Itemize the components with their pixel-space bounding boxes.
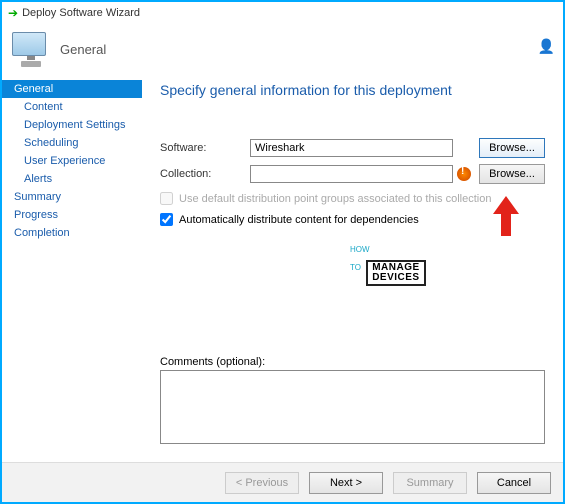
software-browse-button[interactable]: Browse... <box>479 138 545 158</box>
sidebar-item-summary[interactable]: Summary <box>2 188 142 206</box>
user-icon[interactable]: 👤 <box>538 38 555 55</box>
comments-textarea[interactable] <box>160 370 545 444</box>
software-label: Software: <box>160 142 250 154</box>
cancel-button[interactable]: Cancel <box>477 472 551 494</box>
default-dist-row: Use default distribution point groups as… <box>160 192 545 205</box>
default-dist-checkbox <box>160 192 173 205</box>
collection-label: Collection: <box>160 168 250 180</box>
collection-input[interactable] <box>250 165 453 183</box>
watermark: HOWTO MANAGEDEVICES <box>350 239 426 286</box>
comments-label: Comments (optional): <box>160 356 545 368</box>
sidebar-item-progress[interactable]: Progress <box>2 206 142 224</box>
auto-dist-checkbox[interactable] <box>160 213 173 226</box>
summary-button: Summary <box>393 472 467 494</box>
sidebar-item-alerts[interactable]: Alerts <box>2 170 142 188</box>
sidebar-item-general[interactable]: General <box>2 80 142 98</box>
previous-button: < Previous <box>225 472 299 494</box>
collection-browse-button[interactable]: Browse... <box>479 164 545 184</box>
wizard-footer: < Previous Next > Summary Cancel <box>2 462 563 502</box>
sidebar-item-deployment-settings[interactable]: Deployment Settings <box>2 116 142 134</box>
computer-icon <box>12 32 50 66</box>
auto-dist-row[interactable]: Automatically distribute content for dep… <box>160 213 545 226</box>
software-input[interactable] <box>250 139 453 157</box>
app-arrow-icon: ➔ <box>8 6 18 20</box>
sidebar-item-scheduling[interactable]: Scheduling <box>2 134 142 152</box>
sidebar-item-content[interactable]: Content <box>2 98 142 116</box>
next-button[interactable]: Next > <box>309 472 383 494</box>
wizard-main: Specify general information for this dep… <box>142 74 563 462</box>
warning-icon <box>457 167 471 181</box>
header-section-title: General <box>60 42 106 57</box>
auto-dist-label: Automatically distribute content for dep… <box>179 214 419 226</box>
sidebar-item-completion[interactable]: Completion <box>2 224 142 242</box>
wizard-header: General 👤 <box>2 24 563 74</box>
title-bar: ➔ Deploy Software Wizard <box>2 2 563 24</box>
sidebar-item-user-experience[interactable]: User Experience <box>2 152 142 170</box>
page-title: Specify general information for this dep… <box>160 82 545 98</box>
wizard-sidebar: General Content Deployment Settings Sche… <box>2 74 142 462</box>
default-dist-label: Use default distribution point groups as… <box>179 193 491 205</box>
window-title: Deploy Software Wizard <box>22 7 140 19</box>
